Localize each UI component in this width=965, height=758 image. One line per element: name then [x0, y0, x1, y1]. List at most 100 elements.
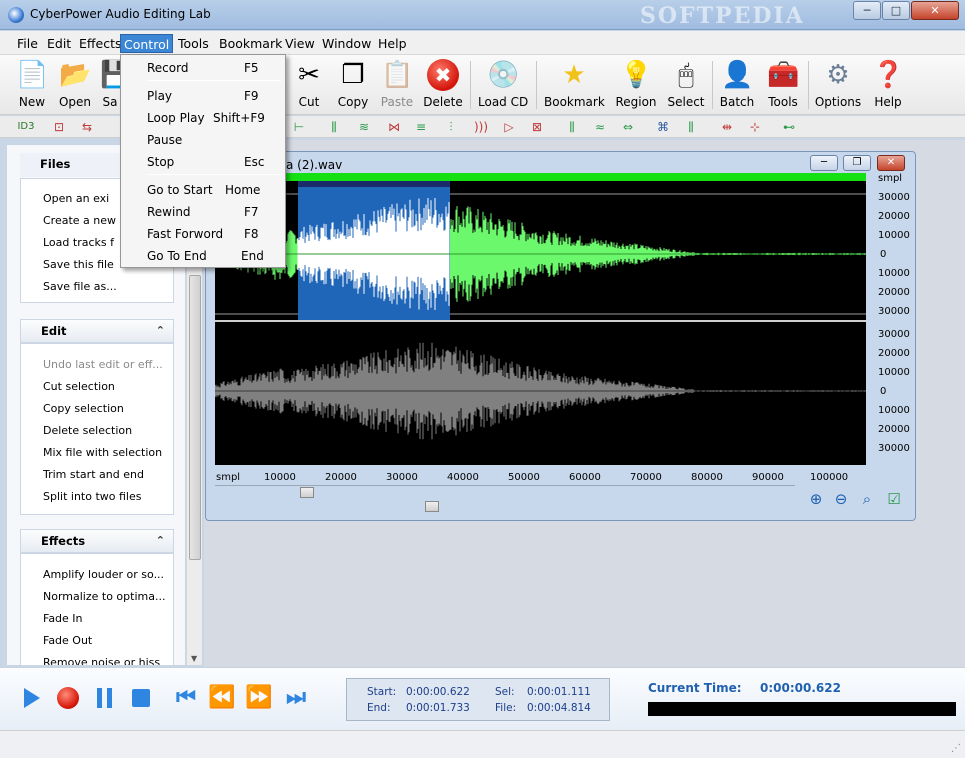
effect-icon[interactable]: ⌘: [654, 119, 672, 135]
effect-icon[interactable]: ⇆: [78, 119, 96, 135]
file-label: File:: [495, 702, 517, 714]
close-button[interactable]: ✕: [911, 1, 959, 20]
go-to-start-button[interactable]: ⏮: [172, 684, 200, 712]
effect-icon[interactable]: ≈: [591, 119, 609, 135]
region-button[interactable]: 💡 Region: [614, 57, 658, 113]
remove-noise-link[interactable]: Remove noise or hiss: [43, 656, 173, 665]
amplify-link[interactable]: Amplify louder or so...: [43, 568, 173, 581]
effect-icon[interactable]: ≡: [412, 119, 430, 135]
menu-control[interactable]: Control: [120, 34, 174, 53]
cut-button[interactable]: ✂ Cut: [292, 57, 326, 113]
cut-selection-link[interactable]: Cut selection: [43, 380, 173, 393]
pause-button[interactable]: [91, 684, 119, 712]
effect-icon[interactable]: ⫶: [442, 119, 460, 135]
menu-tools[interactable]: Tools: [175, 34, 212, 53]
zoom-slider-thumb[interactable]: [300, 487, 314, 498]
effect-icon[interactable]: ⫼: [563, 119, 581, 135]
menu-item-fast-forward[interactable]: Fast Forword F8: [124, 224, 282, 244]
trim-link[interactable]: Trim start and end: [43, 468, 173, 481]
menu-item-pause[interactable]: Pause: [124, 130, 282, 150]
effect-icon[interactable]: ))): [472, 119, 490, 135]
effect-icon[interactable]: ⊡: [50, 119, 68, 135]
doc-close-button[interactable]: ✕: [877, 155, 905, 171]
fade-in-link[interactable]: Fade In: [43, 612, 173, 625]
zoom-out-icon[interactable]: ⊖: [831, 489, 851, 509]
go-to-end-button[interactable]: ⏭: [282, 684, 310, 712]
collapse-chevron-icon[interactable]: ⌃: [156, 530, 165, 552]
effect-icon[interactable]: ⫼: [325, 119, 343, 135]
vscale-label: 30000: [878, 192, 910, 203]
split-link[interactable]: Split into two files: [43, 490, 173, 503]
tools-button[interactable]: 🧰 Tools: [764, 57, 802, 113]
zoom-fit-icon[interactable]: ⌕: [857, 489, 877, 509]
menu-item-loop-play[interactable]: Loop Play Shift+F9: [124, 108, 282, 128]
zoom-in-icon[interactable]: ⊕: [806, 489, 826, 509]
collapse-chevron-icon[interactable]: ⌃: [156, 320, 165, 342]
gear-icon: ⚙: [826, 60, 850, 90]
current-time-value: 0:00:00.622: [760, 681, 841, 695]
effects-section-header[interactable]: Effects ⌃: [20, 529, 174, 553]
scrollbar-thumb[interactable]: [189, 275, 201, 560]
delete-selection-link[interactable]: Delete selection: [43, 424, 173, 437]
select-button[interactable]: 🖱 Select: [666, 57, 706, 113]
options-button[interactable]: ⚙ Options: [814, 57, 862, 113]
vscale-label: 30000: [878, 306, 910, 317]
menu-file[interactable]: File: [14, 34, 41, 53]
minimize-button[interactable]: ─: [853, 1, 881, 20]
save-button[interactable]: 💾 Sa: [100, 57, 132, 113]
id3-button[interactable]: ID3: [14, 119, 38, 135]
effect-icon[interactable]: ⊠: [528, 119, 546, 135]
menu-item-go-to-end[interactable]: Go To End End: [124, 246, 282, 266]
menu-edit[interactable]: Edit: [44, 34, 74, 53]
menu-item-stop[interactable]: Stop Esc: [124, 152, 282, 172]
bookmark-button[interactable]: ★ Bookmark: [544, 57, 605, 113]
effect-icon[interactable]: ▷: [500, 119, 518, 135]
effect-icon[interactable]: ⋈: [385, 119, 403, 135]
paste-button[interactable]: 📋 Paste: [378, 57, 416, 113]
effect-icon[interactable]: ⇹: [718, 119, 736, 135]
menu-effects[interactable]: Effects: [76, 34, 125, 53]
fast-forward-button[interactable]: ⏩: [245, 684, 273, 712]
menu-view[interactable]: View: [282, 34, 318, 53]
effect-icon[interactable]: ⊷: [780, 119, 798, 135]
copy-button[interactable]: ❐ Copy: [334, 57, 372, 113]
menu-item-go-to-start[interactable]: Go to Start Home: [124, 180, 282, 200]
load-cd-button[interactable]: 💿 Load CD: [478, 57, 528, 113]
delete-button[interactable]: ✖ Delete: [422, 57, 464, 113]
open-button[interactable]: 📂 Open: [56, 57, 94, 113]
position-scrollbar-thumb[interactable]: [425, 501, 439, 512]
selection-region[interactable]: [298, 181, 450, 320]
effect-icon[interactable]: ⊹: [746, 119, 764, 135]
undo-link[interactable]: Undo last edit or eff...: [43, 358, 173, 371]
record-button[interactable]: [54, 684, 82, 712]
effect-icon[interactable]: ⇔: [619, 119, 637, 135]
menu-help[interactable]: Help: [375, 34, 410, 53]
effect-icon[interactable]: ≋: [355, 119, 373, 135]
zoom-selection-icon[interactable]: ☑: [884, 489, 904, 509]
mix-file-link[interactable]: Mix file with selection: [43, 446, 173, 459]
normalize-link[interactable]: Normalize to optima...: [43, 590, 173, 603]
effect-icon[interactable]: ⫼: [682, 119, 700, 135]
menu-item-rewind[interactable]: Rewind F7: [124, 202, 282, 222]
menu-window[interactable]: Window: [319, 34, 374, 53]
scroll-down-icon[interactable]: ▼: [191, 654, 197, 663]
stop-button[interactable]: [127, 684, 155, 712]
edit-section-header[interactable]: Edit ⌃: [20, 319, 174, 343]
help-button[interactable]: ❓ Help: [870, 57, 906, 113]
menu-bookmark[interactable]: Bookmark: [216, 34, 285, 53]
save-file-as-link[interactable]: Save file as...: [43, 280, 173, 293]
menu-item-play[interactable]: Play F9: [124, 86, 282, 106]
rewind-button[interactable]: ⏪: [208, 684, 236, 712]
maximize-button[interactable]: □: [882, 1, 910, 20]
effect-icon[interactable]: ⊢: [290, 119, 308, 135]
zoom-slider[interactable]: [215, 485, 795, 499]
new-button[interactable]: 📄 New: [14, 57, 50, 113]
doc-minimize-button[interactable]: ─: [810, 155, 838, 171]
menu-item-record[interactable]: Record F5: [124, 58, 282, 78]
copy-selection-link[interactable]: Copy selection: [43, 402, 173, 415]
play-button[interactable]: [17, 684, 45, 712]
fade-out-link[interactable]: Fade Out: [43, 634, 173, 647]
doc-restore-button[interactable]: ❐: [843, 155, 871, 171]
position-scrollbar[interactable]: [215, 500, 795, 514]
batch-button[interactable]: 👤 Batch: [718, 57, 756, 113]
